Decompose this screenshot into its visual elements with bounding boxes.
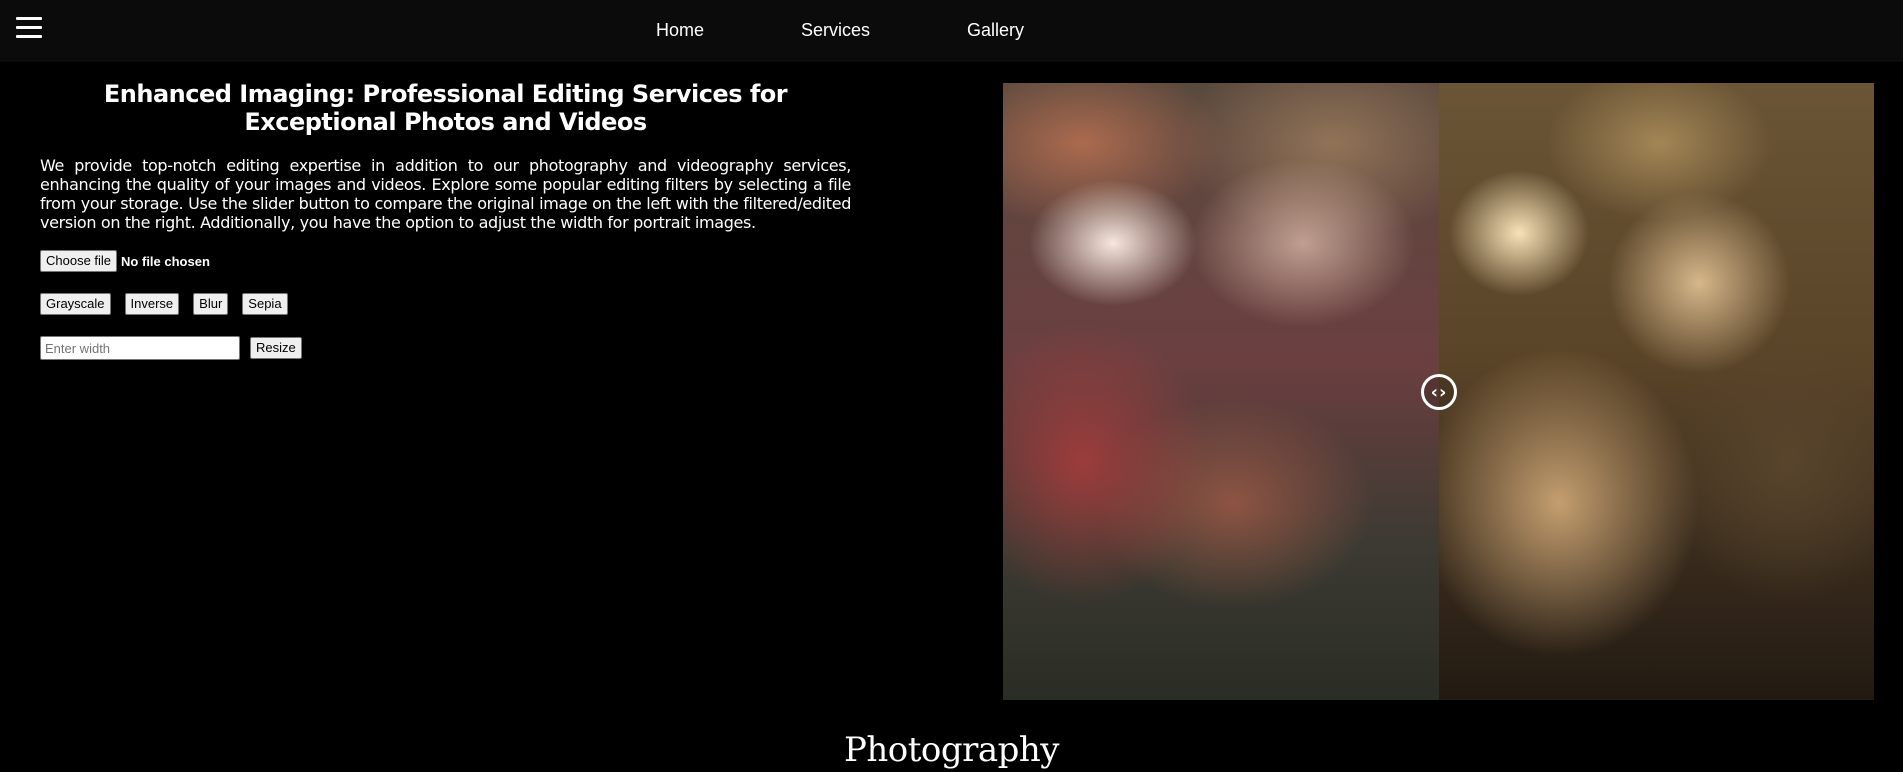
sepia-button[interactable]: Sepia	[242, 293, 288, 315]
file-picker: Choose file No file chosen	[40, 250, 851, 272]
width-input[interactable]	[40, 336, 240, 360]
page-title: Enhanced Imaging: Professional Editing S…	[103, 80, 788, 136]
nav-link-home[interactable]: Home	[656, 20, 704, 41]
resize-button[interactable]: Resize	[250, 337, 302, 359]
nav-link-gallery[interactable]: Gallery	[967, 20, 1024, 41]
nav-link-services[interactable]: Services	[801, 20, 870, 41]
section-title-photography: Photography	[843, 730, 1060, 770]
grayscale-button[interactable]: Grayscale	[40, 293, 111, 315]
choose-file-button[interactable]: Choose file	[40, 250, 118, 272]
blur-button[interactable]: Blur	[193, 293, 229, 315]
edited-image	[1439, 83, 1874, 700]
resize-controls: Resize	[40, 336, 851, 360]
editing-panel: Enhanced Imaging: Professional Editing S…	[40, 80, 851, 360]
image-comparison: ‹›	[1003, 83, 1874, 700]
file-status-text: No file chosen	[121, 253, 210, 269]
chevron-left-right-icon[interactable]: ‹›	[1421, 374, 1457, 410]
filter-buttons: Grayscale Inverse Blur Sepia	[40, 292, 851, 316]
top-navigation-bar: Home Services Gallery	[0, 0, 1903, 62]
main-nav: Home Services Gallery	[0, 20, 1903, 44]
inverse-button[interactable]: Inverse	[124, 293, 180, 315]
original-image	[1003, 83, 1439, 700]
editing-description: We provide top-notch editing expertise i…	[40, 156, 851, 232]
